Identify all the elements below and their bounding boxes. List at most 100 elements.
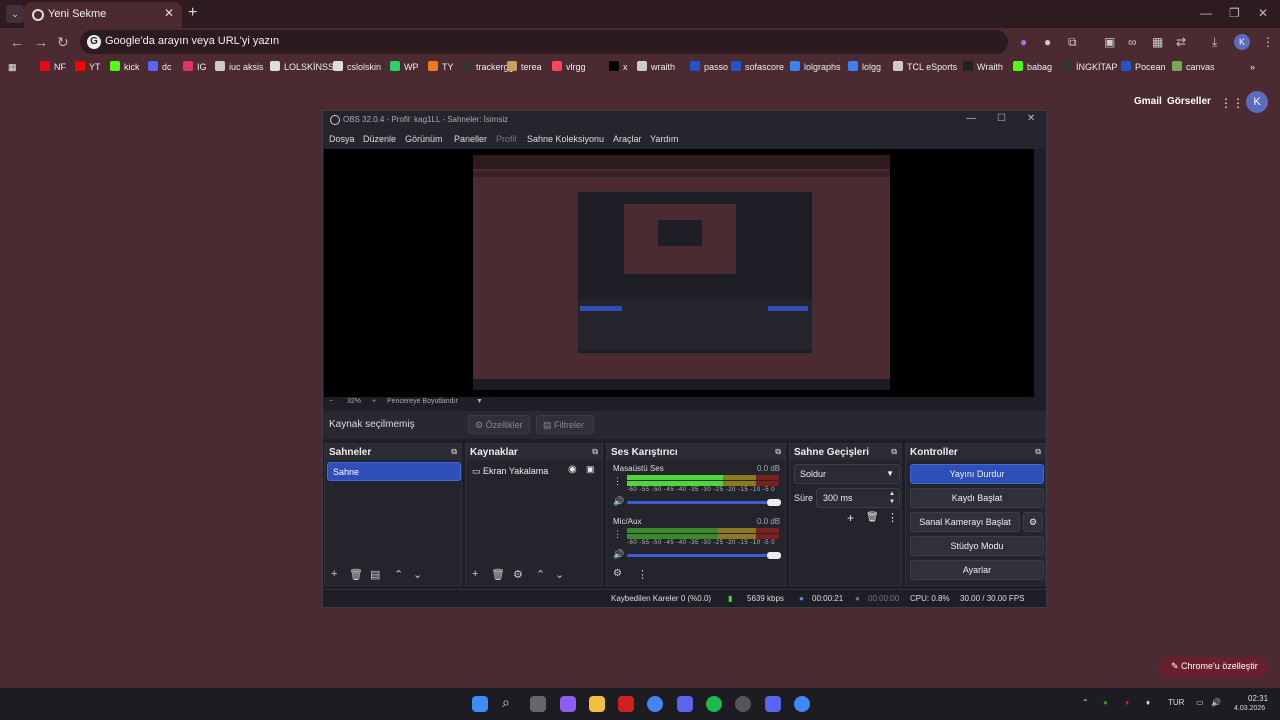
bookmark-item[interactable]: IG xyxy=(183,60,207,74)
stop-stream-button[interactable]: Yayını Durdur xyxy=(910,464,1044,484)
volume-icon[interactable]: 🔊 xyxy=(1211,698,1221,707)
bookmark-item[interactable]: kick xyxy=(110,60,140,74)
speaker-icon[interactable]: 🔊 xyxy=(613,496,624,507)
bookmark-item[interactable]: lolgg xyxy=(848,60,881,74)
bookmark-item[interactable]: passo xyxy=(690,60,728,74)
discord-icon[interactable] xyxy=(677,696,693,712)
sidepanel-icon[interactable]: ▣ xyxy=(1104,35,1115,49)
spotify-icon[interactable] xyxy=(706,696,722,712)
link-icon[interactable]: ∞ xyxy=(1128,35,1137,49)
bookmark-item[interactable]: Wraith xyxy=(963,60,1003,74)
gmail-link[interactable]: Gmail xyxy=(1134,96,1162,107)
google-avatar[interactable]: K xyxy=(1246,91,1268,113)
bookmark-item[interactable]: terea xyxy=(507,60,542,74)
bookmark-item[interactable]: Pocean xyxy=(1121,60,1166,74)
tab-new-tab[interactable]: Yeni Sekme ✕ xyxy=(24,2,182,28)
new-tab-button[interactable]: + xyxy=(188,4,197,22)
zoom-in-button[interactable]: + xyxy=(372,398,376,405)
more-bookmarks-icon[interactable]: » xyxy=(1250,60,1255,74)
tray-mic-icon[interactable]: ♦ xyxy=(1125,698,1129,707)
advanced-audio-icon[interactable]: ⚙ xyxy=(613,568,622,579)
float-icon[interactable]: ⧉ xyxy=(592,447,598,457)
virtual-camera-settings-icon[interactable]: ⚙ xyxy=(1023,512,1043,532)
menu-profil[interactable]: Profil xyxy=(496,134,517,144)
source-settings-icon[interactable]: ⚙ xyxy=(513,568,523,581)
mic-volume-slider[interactable] xyxy=(627,554,777,557)
profile-avatar[interactable]: K xyxy=(1234,34,1250,50)
lock-icon[interactable]: ▣ xyxy=(586,464,595,475)
tray-expand-icon[interactable]: ⌃ xyxy=(1082,698,1089,707)
channel-menu-icon[interactable]: ⋮ xyxy=(613,476,622,487)
zoom-out-button[interactable]: − xyxy=(329,398,333,405)
channel-menu-icon[interactable]: ⋮ xyxy=(613,529,622,540)
remove-scene-icon[interactable]: 🗑 xyxy=(349,568,363,581)
menu-duzenle[interactable]: Düzenle xyxy=(363,134,396,144)
add-scene-icon[interactable]: + xyxy=(331,568,337,580)
bookmark-item[interactable]: dc xyxy=(148,60,172,74)
bookmark-item[interactable]: vlrgg xyxy=(552,60,586,74)
bookmark-item[interactable]: iuc aksis xyxy=(215,60,264,74)
settings-button[interactable]: Ayarlar xyxy=(910,560,1044,580)
zoom-dropdown-icon[interactable]: ▼ xyxy=(476,398,483,405)
chrome-profile-icon[interactable] xyxy=(794,696,810,712)
float-icon[interactable]: ⧉ xyxy=(891,447,897,457)
remove-transition-icon[interactable]: 🗑 xyxy=(866,512,879,523)
bookmark-item[interactable]: TY xyxy=(428,60,454,74)
bookmark-item[interactable]: İNGKİTAP xyxy=(1062,60,1117,74)
add-transition-icon[interactable]: + xyxy=(847,511,854,525)
source-up-icon[interactable]: ⌃ xyxy=(536,568,545,581)
bookmark-item[interactable]: sofascore xyxy=(731,60,784,74)
tray-mic-2-icon[interactable]: ♦ xyxy=(1146,698,1150,707)
language-indicator[interactable]: TUR xyxy=(1168,698,1184,707)
chrome-taskbar-icon[interactable] xyxy=(647,696,663,712)
minimize-icon[interactable]: — xyxy=(1200,6,1212,20)
bookmark-item[interactable]: WP xyxy=(390,60,419,74)
start-recording-button[interactable]: Kaydı Başlat xyxy=(910,488,1044,508)
images-link[interactable]: Görseller xyxy=(1167,96,1211,107)
float-icon[interactable]: ⧉ xyxy=(451,447,457,457)
search-icon[interactable]: ⌕ xyxy=(502,694,510,711)
obs-maximize-icon[interactable]: ☐ xyxy=(997,113,1006,124)
puzzle-icon[interactable]: ⧉ xyxy=(1068,35,1077,50)
add-source-icon[interactable]: + xyxy=(472,568,478,580)
transition-menu-icon[interactable]: ⋮ xyxy=(887,511,898,524)
bookmark-item[interactable]: TCL eSports xyxy=(893,60,957,74)
source-item[interactable]: ▭ Ekran Yakalama xyxy=(472,466,548,477)
tab-close-icon[interactable]: ✕ xyxy=(164,6,174,20)
menu-gorunum[interactable]: Görünüm xyxy=(405,134,443,144)
download-icon[interactable]: ⤓ xyxy=(1212,35,1217,50)
float-icon[interactable]: ⧉ xyxy=(775,447,781,457)
desktop-volume-slider[interactable] xyxy=(627,501,777,504)
menu-icon[interactable]: ⋮ xyxy=(1262,35,1274,49)
bookmark-item[interactable]: babag xyxy=(1013,60,1052,74)
move-down-icon[interactable]: ⌄ xyxy=(413,568,422,581)
scene-filter-icon[interactable]: ▤ xyxy=(370,568,380,581)
bookmark-item[interactable]: NF xyxy=(40,60,66,74)
bookmark-item[interactable]: trackergg xyxy=(462,60,514,74)
apps-icon[interactable]: ▦ xyxy=(8,60,17,74)
bookmark-item[interactable]: LOLSKİNSS xyxy=(270,60,334,74)
start-virtual-camera-button[interactable]: Sanal Kamerayı Başlat xyxy=(910,512,1020,532)
close-icon[interactable]: ✕ xyxy=(1258,6,1268,20)
address-bar[interactable]: G Google'da arayın veya URL'yi yazın xyxy=(80,30,1008,54)
app-icon[interactable] xyxy=(618,696,634,712)
bookmark-item[interactable]: x xyxy=(609,60,628,74)
obs-minimize-icon[interactable]: — xyxy=(966,113,976,124)
restore-icon[interactable]: ❐ xyxy=(1229,6,1240,20)
task-view-icon[interactable] xyxy=(530,696,546,712)
network-icon[interactable]: ▭ xyxy=(1196,698,1204,707)
clock-date[interactable]: 4.03.2026 xyxy=(1234,705,1265,712)
back-icon[interactable]: ← xyxy=(10,34,24,50)
source-down-icon[interactable]: ⌄ xyxy=(555,568,564,581)
duration-input[interactable]: 300 ms ▲ ▼ xyxy=(816,488,900,508)
visibility-eye-icon[interactable]: ◉ xyxy=(568,464,577,475)
scene-item[interactable]: Sahne xyxy=(327,462,461,481)
mic-volume-knob[interactable] xyxy=(767,552,781,559)
stepper-icon[interactable]: ▲ ▼ xyxy=(889,490,895,506)
bookmark-item[interactable]: wraith xyxy=(637,60,675,74)
bookmark-item[interactable]: YT xyxy=(75,60,101,74)
menu-paneller[interactable]: Paneller xyxy=(454,134,487,144)
translate-icon[interactable]: ⇄ xyxy=(1176,35,1186,49)
studio-mode-button[interactable]: Stüdyo Modu xyxy=(910,536,1044,556)
obs-preview[interactable] xyxy=(324,149,1034,397)
